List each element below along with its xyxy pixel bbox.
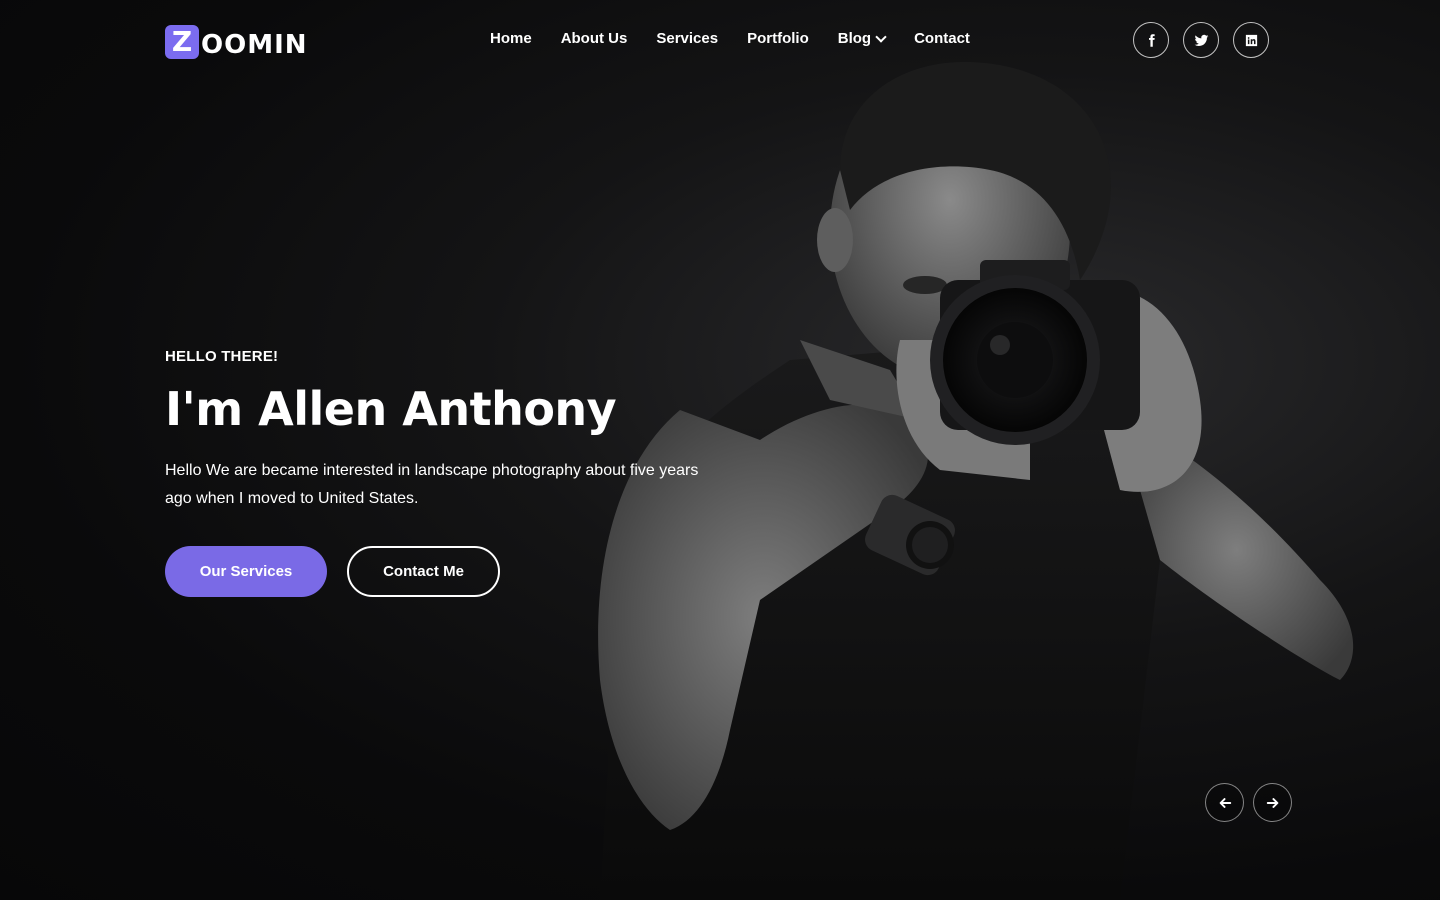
logo-mark: Z bbox=[165, 25, 199, 59]
arrow-left-icon bbox=[1218, 796, 1232, 810]
nav-item-label: Blog bbox=[837, 30, 872, 47]
nav-item-portfolio[interactable]: Portfolio bbox=[747, 30, 809, 47]
nav-item-home[interactable]: Home bbox=[490, 30, 532, 47]
slider-next-button[interactable] bbox=[1253, 783, 1292, 822]
facebook-button[interactable] bbox=[1133, 22, 1169, 58]
our-services-button[interactable]: Our Services bbox=[165, 546, 327, 597]
brand-logo[interactable]: Z OOMIN bbox=[165, 24, 308, 60]
hero-section: Z OOMIN Home About Us Services Portfolio… bbox=[0, 0, 1440, 900]
nav-item-label: Contact bbox=[914, 30, 970, 47]
nav-item-label: Home bbox=[490, 30, 532, 47]
hero-description: Hello We are became interested in landsc… bbox=[165, 462, 699, 507]
nav-item-label: Services bbox=[656, 30, 719, 47]
linkedin-icon bbox=[1244, 33, 1259, 48]
slider-controls bbox=[1205, 783, 1292, 822]
twitter-button[interactable] bbox=[1183, 22, 1219, 58]
contact-me-button[interactable]: Contact Me bbox=[347, 546, 500, 597]
linkedin-button[interactable] bbox=[1233, 22, 1269, 58]
social-links bbox=[1133, 22, 1269, 58]
hero-title: I'm Allen Anthony bbox=[165, 382, 617, 436]
nav-item-contact[interactable]: Contact bbox=[914, 30, 970, 47]
arrow-right-icon bbox=[1266, 796, 1280, 810]
hero-eyebrow: HELLO THERE! bbox=[165, 348, 279, 365]
nav-item-label: About Us bbox=[560, 30, 628, 47]
hero-content: HELLO THERE! I'm Allen Anthony Hello We … bbox=[165, 348, 725, 597]
nav-item-services[interactable]: Services bbox=[656, 30, 718, 47]
facebook-icon bbox=[1144, 33, 1159, 48]
nav-item-blog[interactable]: Blog bbox=[837, 30, 887, 47]
slider-prev-button[interactable] bbox=[1205, 783, 1244, 822]
chevron-down-icon bbox=[875, 30, 887, 43]
main-nav: Home About Us Services Portfolio Blog Co… bbox=[490, 30, 970, 47]
nav-item-about-us[interactable]: About Us bbox=[561, 30, 628, 47]
hero-cta-row: Our Services Contact Me bbox=[165, 546, 725, 597]
site-header: Z OOMIN Home About Us Services Portfolio… bbox=[0, 0, 1440, 82]
nav-item-label: Portfolio bbox=[747, 30, 809, 47]
twitter-icon bbox=[1194, 33, 1209, 48]
logo-wordmark: OOMIN bbox=[201, 30, 308, 60]
